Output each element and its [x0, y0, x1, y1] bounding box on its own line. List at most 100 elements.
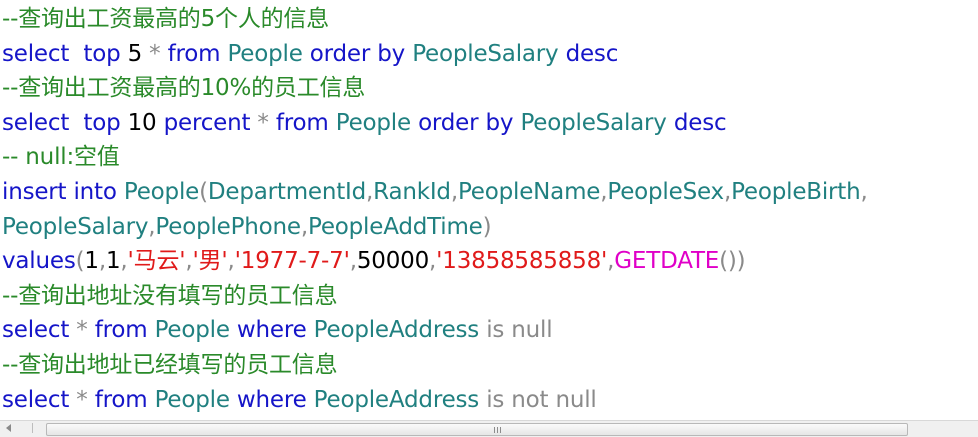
code-token: --查询出工资最高的5个人的信息	[2, 6, 330, 32]
code-token: PeopleBirth	[731, 179, 861, 205]
code-token: ,	[120, 248, 128, 275]
code-token: is not null	[486, 386, 597, 413]
scroll-track-tick	[32, 423, 33, 433]
code-token: 50000	[356, 248, 430, 275]
code-token: )	[482, 213, 492, 240]
code-token: PeopleSex	[607, 179, 724, 205]
code-token: 1	[105, 248, 121, 275]
code-token: PeopleAddTime	[307, 213, 483, 240]
code-token: --查询出地址没有填写的员工信息	[2, 282, 338, 309]
code-token: percent	[163, 109, 251, 136]
code-token: '男'	[192, 248, 228, 275]
code-token: People	[227, 40, 303, 67]
code-token: PeopleName	[457, 179, 601, 205]
code-token: DepartmentId	[207, 179, 367, 205]
code-token: desc	[565, 40, 619, 67]
code-token: 1	[84, 248, 99, 275]
code-line[interactable]: select * from People where PeopleAddress…	[2, 313, 553, 347]
code-token: (	[199, 179, 208, 205]
scrollbar-thumb[interactable]	[46, 423, 908, 436]
code-token: GETDATE	[614, 248, 720, 275]
code-token: '马云'	[127, 248, 186, 275]
code-token: select	[2, 109, 70, 136]
code-token: -- null:空值	[2, 144, 120, 171]
code-token: --查询出地址已经填写的员工信息	[2, 352, 338, 378]
code-token: '13858585858'	[436, 248, 608, 275]
code-token: desc	[673, 109, 727, 136]
code-line[interactable]: PeopleSalary,PeoplePhone,PeopleAddTime)	[2, 210, 492, 244]
code-token: ())	[719, 248, 746, 275]
code-line[interactable]: insert into People(DepartmentId,RankId,P…	[2, 175, 868, 209]
code-token: ,	[723, 179, 732, 205]
code-token: select	[2, 386, 70, 413]
arrow-left-icon[interactable]	[6, 424, 11, 432]
code-token: PeopleAddress	[313, 317, 480, 344]
code-line[interactable]: select top 5 * from People order by Peop…	[2, 37, 618, 71]
code-token: order by	[309, 40, 406, 67]
code-token: insert into	[2, 179, 117, 205]
code-line[interactable]: select top 10 percent * from People orde…	[2, 106, 727, 140]
code-token: ,	[349, 248, 357, 275]
code-token: PeopleSalary	[2, 213, 149, 240]
code-token: RankId	[373, 179, 451, 205]
code-token: *	[149, 40, 161, 67]
code-token: 10	[127, 109, 157, 136]
code-token: from	[167, 40, 221, 67]
code-token: ,	[227, 248, 235, 275]
code-token: ,	[185, 248, 193, 275]
code-token: People	[154, 317, 230, 344]
code-token: ,	[860, 179, 868, 205]
code-line[interactable]: --查询出地址没有填写的员工信息	[2, 279, 338, 313]
code-line[interactable]: --查询出工资最高的10%的员工信息	[2, 71, 365, 105]
code-token: from	[94, 386, 148, 413]
code-token: People	[123, 179, 200, 205]
code-token: People	[335, 109, 411, 136]
grip-icon	[494, 427, 503, 433]
code-token: is null	[486, 317, 553, 344]
code-token: PeopleSalary	[412, 40, 559, 67]
code-token: ,	[450, 179, 458, 205]
code-token: values	[2, 248, 76, 275]
code-token: *	[76, 386, 88, 413]
code-token: where	[236, 317, 307, 344]
code-token: PeoplePhone	[155, 213, 301, 240]
code-token: select	[2, 317, 70, 344]
code-token: *	[76, 317, 88, 344]
code-line[interactable]: --查询出地址已经填写的员工信息	[2, 348, 338, 382]
code-token: PeopleSalary	[520, 109, 667, 136]
code-token: ,	[300, 213, 308, 240]
code-token: *	[257, 109, 269, 136]
code-token: order by	[418, 109, 514, 136]
code-token: select	[2, 40, 70, 67]
code-line[interactable]: select * from People where PeopleAddress…	[2, 383, 597, 417]
code-token: from	[275, 109, 329, 136]
horizontal-scrollbar[interactable]	[0, 420, 978, 437]
code-token: top	[83, 40, 121, 67]
code-line[interactable]: -- null:空值	[2, 140, 120, 174]
code-token: where	[236, 386, 307, 413]
sql-code-editor[interactable]: --查询出工资最高的5个人的信息 select top 5 * from Peop…	[0, 0, 978, 418]
code-token: top	[83, 109, 121, 136]
code-line[interactable]: --查询出工资最高的5个人的信息	[2, 2, 329, 36]
code-line[interactable]: values(1,1,'马云','男','1977-7-7',50000,'13…	[2, 244, 746, 278]
code-token: '1977-7-7'	[234, 248, 350, 275]
code-token: --查询出工资最高的10%的员工信息	[2, 75, 366, 102]
